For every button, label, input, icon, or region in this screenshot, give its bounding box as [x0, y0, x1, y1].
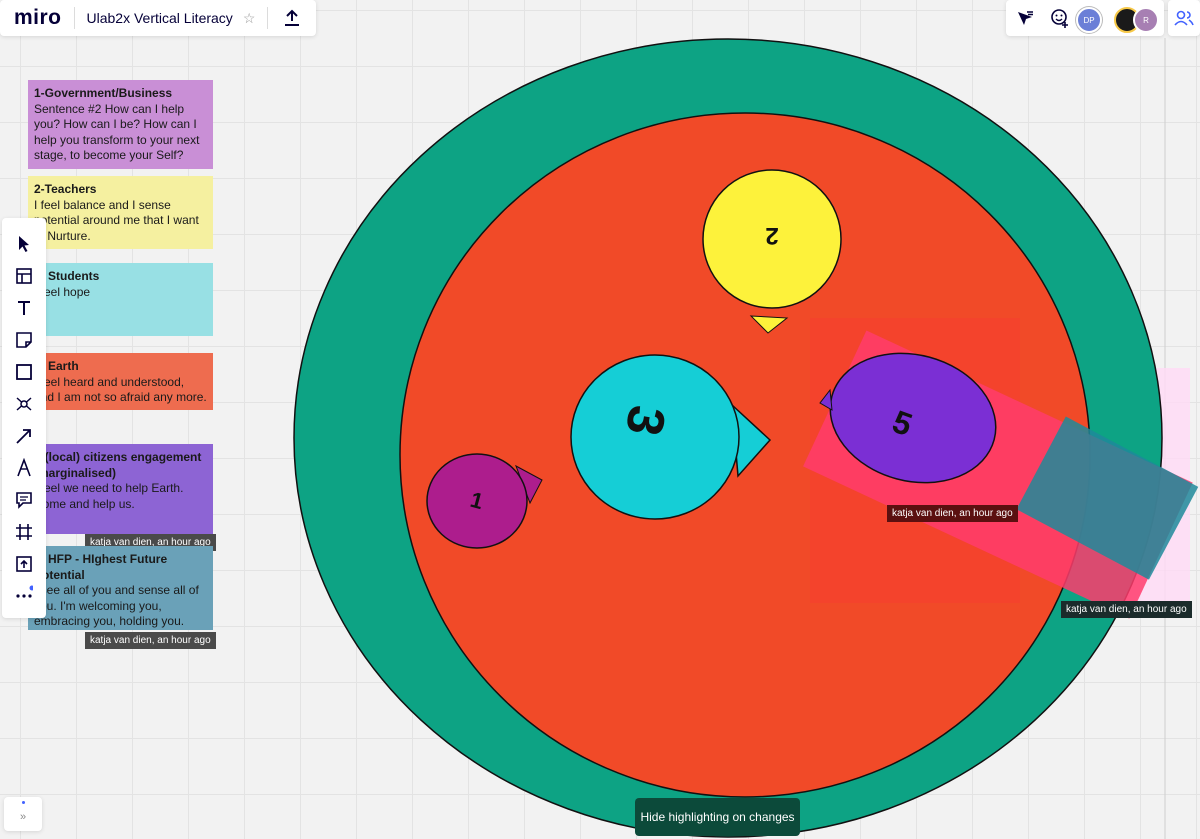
- select-tool-icon[interactable]: [12, 232, 36, 256]
- expand-panel-button[interactable]: »: [4, 797, 42, 831]
- edit-stamp: katja van dien, an hour ago: [1061, 601, 1192, 618]
- upload-tool-icon[interactable]: [12, 552, 36, 576]
- sticky-title: 4- Earth: [34, 359, 79, 373]
- edit-stamp: katja van dien, an hour ago: [887, 505, 1018, 522]
- avatar[interactable]: DP: [1076, 7, 1102, 33]
- sticky-title: 3- Students: [34, 269, 100, 283]
- more-tools-icon[interactable]: [12, 582, 36, 606]
- edit-stamp: katja van dien, an hour ago: [85, 632, 216, 649]
- mindmap-icon[interactable]: [12, 392, 36, 416]
- users-icon[interactable]: [1174, 9, 1194, 32]
- sticky-body: Sentence #2 How can I help you? How can …: [34, 101, 200, 163]
- templates-icon[interactable]: [12, 264, 36, 288]
- reaction-icon[interactable]: [1050, 8, 1070, 33]
- connection-line-icon[interactable]: [12, 424, 36, 448]
- board-title[interactable]: Ulab2x Vertical Literacy: [87, 10, 233, 26]
- text-tool-icon[interactable]: [12, 296, 36, 320]
- sticky-body: I feel balance and I sense potential aro…: [34, 197, 199, 243]
- avatar[interactable]: R: [1133, 7, 1159, 33]
- sticky-title: 6- HFP - HIghest Future Potential: [34, 552, 168, 582]
- sticky-title: 2-Teachers: [34, 182, 97, 196]
- upload-icon[interactable]: [284, 9, 300, 27]
- sticky-note-5[interactable]: 5-(local) citizens engagement (marginali…: [28, 444, 213, 534]
- frame-icon[interactable]: [12, 520, 36, 544]
- hide-highlighting-button[interactable]: Hide highlighting on changes: [635, 798, 800, 836]
- sticky-note-icon[interactable]: [12, 328, 36, 352]
- tools-toolbar: [2, 218, 46, 618]
- sticky-note-6[interactable]: 6- HFP - HIghest Future Potential I see …: [28, 546, 213, 630]
- cyan-circle-3[interactable]: [570, 354, 740, 520]
- sticky-title: 5-(local) citizens engagement (marginali…: [34, 450, 202, 480]
- sticky-note-3[interactable]: 3- Students I feel hope: [28, 263, 213, 336]
- collaboration-bar: DP R: [1006, 0, 1164, 36]
- pen-icon[interactable]: [12, 456, 36, 480]
- cursor-filter-icon[interactable]: [1016, 9, 1034, 32]
- miro-logo[interactable]: miro: [14, 6, 62, 30]
- sticky-body: I feel hope: [34, 284, 91, 299]
- sticky-note-4[interactable]: 4- Earth I feel heard and understood, an…: [28, 353, 213, 410]
- sticky-title: 1-Government/Business: [34, 86, 173, 100]
- sticky-body: I feel heard and understood, and I am no…: [34, 374, 207, 405]
- sticky-note-2[interactable]: 2-Teachers I feel balance and I sense po…: [28, 176, 213, 249]
- board-header: miro Ulab2x Vertical Literacy ☆: [0, 0, 316, 36]
- divider: [73, 7, 75, 29]
- sticky-note-1[interactable]: 1-Government/Business Sentence #2 How ca…: [28, 80, 213, 169]
- notification-dot-icon: [22, 801, 25, 804]
- share-panel: [1168, 0, 1200, 36]
- star-icon[interactable]: ☆: [243, 10, 256, 27]
- comment-icon[interactable]: [12, 488, 36, 512]
- expand-chevron-icon: »: [19, 811, 27, 823]
- shape-icon[interactable]: [12, 360, 36, 384]
- sticky-body: I see all of you and sense all of you. I…: [34, 583, 199, 628]
- divider: [267, 7, 269, 29]
- sticky-body: I feel we need to help Earth. Come and h…: [34, 481, 184, 511]
- circle-label-2: 2: [765, 222, 778, 249]
